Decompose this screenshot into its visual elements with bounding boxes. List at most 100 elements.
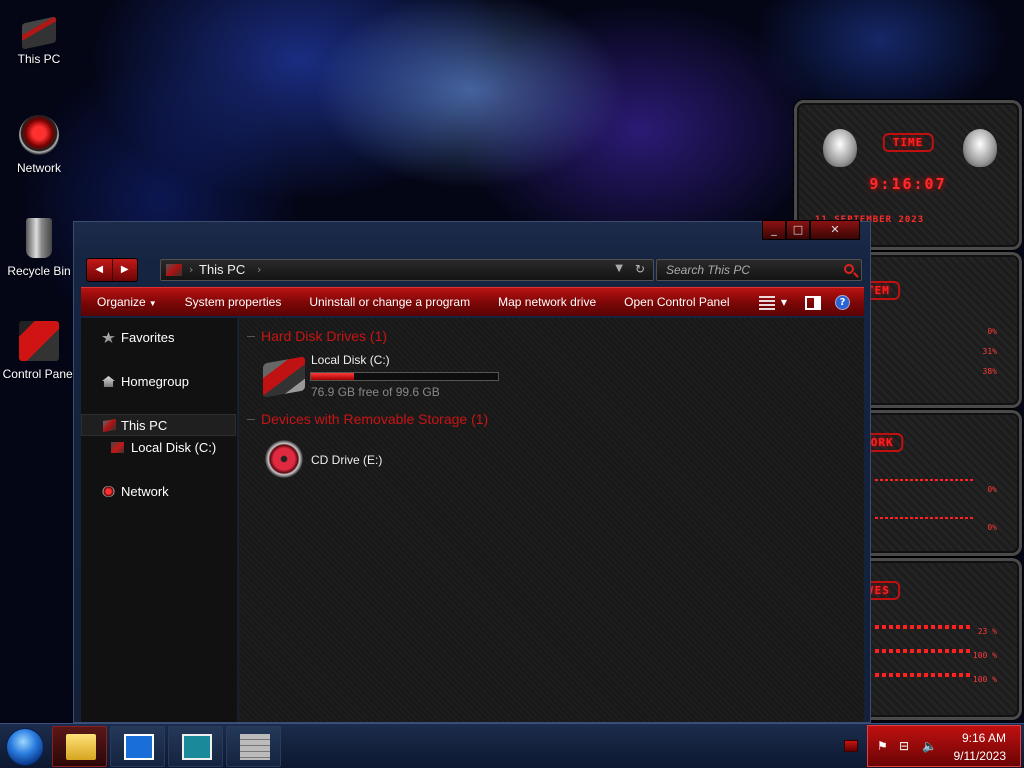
drive-usage-bar	[875, 673, 973, 677]
taskbar: ⚑ ⊟ 🔈 9:16 AM 9/11/2023	[0, 723, 1024, 768]
chevron-down-icon[interactable]: ▼	[781, 298, 787, 307]
desktop-icon-label: Control Panel	[2, 367, 76, 381]
taskbar-mail[interactable]	[110, 726, 165, 767]
breadcrumb-chevron-icon[interactable]: ›	[189, 263, 193, 276]
drive-name: CD Drive (E:)	[311, 453, 383, 467]
star-icon	[102, 332, 115, 343]
desktop-icon-label: Recycle Bin	[7, 264, 71, 278]
drive-value: 23 %	[977, 627, 997, 636]
alien-head-icon	[963, 129, 997, 167]
nav-item-homegroup[interactable]: Homegroup	[81, 371, 236, 393]
nav-item-local-disk[interactable]: Local Disk (C:)	[81, 437, 236, 459]
taskbar-firewall[interactable]	[226, 726, 281, 767]
chevron-down-icon: ▼	[148, 299, 157, 308]
homegroup-icon	[102, 376, 115, 387]
open-control-panel-button[interactable]: Open Control Panel	[610, 295, 743, 309]
swap-value: 38%	[982, 367, 997, 376]
address-bar[interactable]: › This PC › ▼ ↻	[160, 259, 654, 281]
gadget-clock: 9:16:07	[869, 175, 947, 193]
network-icon	[19, 115, 59, 155]
cd-drive-icon	[265, 440, 303, 478]
system-tray: ⚑ ⊟ 🔈 9:16 AM 9/11/2023	[867, 725, 1021, 767]
close-button[interactable]: ✕	[810, 220, 860, 240]
chevron-down-icon[interactable]: ▼	[615, 263, 623, 274]
upload-value: 0%	[987, 485, 997, 494]
drive-free-space: 76.9 GB free of 99.6 GB	[311, 385, 440, 399]
this-pc-icon	[166, 264, 182, 276]
desktop-icon-label: This PC	[17, 52, 61, 66]
drive-capacity-bar	[310, 372, 499, 381]
change-view-icon[interactable]	[758, 295, 775, 310]
system-properties-button[interactable]: System properties	[171, 295, 296, 309]
local-disk-icon	[263, 356, 305, 398]
uninstall-program-button[interactable]: Uninstall or change a program	[295, 295, 484, 309]
nav-item-label: Homegroup	[121, 374, 189, 389]
taskbar-store[interactable]	[168, 726, 223, 767]
this-pc-icon	[22, 16, 56, 50]
taskbar-time[interactable]: 9:16 AM	[962, 731, 1006, 745]
group-header-removable-storage[interactable]: Devices with Removable Storage (1)	[261, 411, 488, 427]
nav-item-this-pc[interactable]: This PC	[81, 414, 236, 436]
breadcrumb-chevron-icon[interactable]: ›	[257, 263, 261, 276]
nav-item-label: Local Disk (C:)	[131, 440, 217, 455]
group-divider	[247, 336, 255, 337]
desktop-icon-recycle-bin[interactable]: Recycle Bin	[2, 218, 76, 278]
desktop-icon-control-panel[interactable]: Control Panel	[2, 321, 76, 381]
map-network-drive-button[interactable]: Map network drive	[484, 295, 610, 309]
network-status-icon[interactable]: ⊟	[899, 739, 909, 753]
start-button[interactable]	[6, 728, 44, 766]
alien-head-icon	[823, 129, 857, 167]
mail-icon	[124, 734, 154, 760]
gadget-title: TIME	[882, 133, 934, 152]
taskbar-file-explorer[interactable]	[52, 726, 107, 767]
minimize-button[interactable]: _	[762, 220, 786, 240]
folder-icon	[66, 734, 96, 760]
action-center-flag-icon[interactable]: ⚑	[877, 739, 888, 753]
organize-button[interactable]: Organize ▼	[81, 295, 171, 309]
search-icon[interactable]	[844, 264, 854, 274]
navigation-pane: Favorites Homegroup This PC Local Disk (…	[81, 318, 238, 722]
drive-name: Local Disk (C:)	[311, 353, 390, 367]
recycle-bin-icon	[26, 218, 52, 258]
download-value: 0%	[987, 523, 997, 532]
control-panel-icon	[19, 321, 59, 361]
drive-value: 100 %	[972, 675, 997, 684]
back-button[interactable]: ◀	[87, 259, 113, 281]
show-gadgets-icon[interactable]	[844, 740, 858, 752]
search-placeholder: Search This PC	[666, 263, 751, 277]
desktop-icon-network[interactable]: Network	[2, 115, 76, 175]
drive-value: 100 %	[972, 651, 997, 660]
organize-label: Organize	[97, 295, 146, 309]
ram-value: 31%	[982, 347, 997, 356]
preview-pane-icon[interactable]	[805, 295, 821, 310]
network-graph-line	[875, 517, 975, 519]
desktop-icon-this-pc[interactable]: This PC	[2, 12, 76, 66]
nav-item-favorites[interactable]: Favorites	[81, 327, 236, 349]
search-input[interactable]: Search This PC	[656, 259, 862, 281]
drive-usage-bar	[875, 649, 973, 653]
firewall-icon	[240, 734, 270, 760]
nav-item-label: Favorites	[121, 330, 175, 345]
breadcrumb-this-pc[interactable]: This PC	[199, 262, 245, 277]
group-divider	[247, 419, 255, 420]
store-icon	[182, 734, 212, 760]
window-caption-buttons: _ □ ✕	[762, 220, 860, 242]
command-bar: Organize ▼ System properties Uninstall or…	[81, 287, 864, 316]
maximize-button[interactable]: □	[786, 220, 810, 240]
group-header-hard-disk-drives[interactable]: Hard Disk Drives (1)	[261, 328, 387, 344]
volume-icon[interactable]: 🔈	[922, 739, 937, 753]
forward-button[interactable]: ▶	[113, 259, 138, 281]
network-icon	[102, 486, 115, 497]
network-graph-line	[875, 479, 975, 481]
taskbar-date[interactable]: 9/11/2023	[954, 749, 1007, 763]
this-pc-icon	[103, 418, 116, 433]
help-icon[interactable]: ?	[835, 295, 850, 310]
content-pane: Hard Disk Drives (1) Local Disk (C:) 76.…	[239, 318, 864, 722]
cpu-value: 0%	[987, 327, 997, 336]
local-disk-icon	[111, 442, 124, 453]
nav-item-label: Network	[121, 484, 169, 499]
nav-item-label: This PC	[121, 418, 168, 433]
refresh-icon[interactable]: ↻	[635, 262, 645, 276]
drive-capacity-fill	[311, 373, 354, 380]
nav-item-network[interactable]: Network	[81, 481, 236, 503]
